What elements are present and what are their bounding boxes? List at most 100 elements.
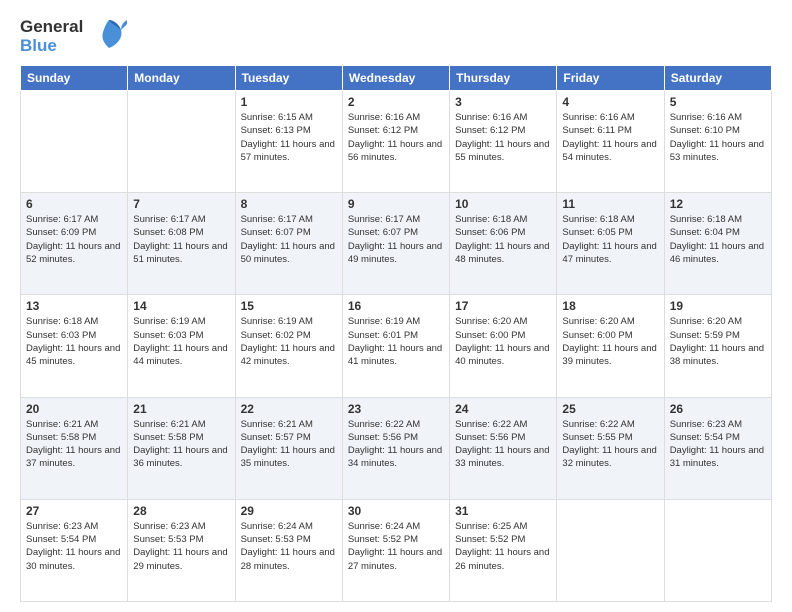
calendar-cell: 20 Sunrise: 6:21 AMSunset: 5:58 PMDayligh… [21, 397, 128, 499]
day-number: 5 [670, 95, 766, 109]
calendar-cell: 17 Sunrise: 6:20 AMSunset: 6:00 PMDayligh… [450, 295, 557, 397]
weekday-header-friday: Friday [557, 66, 664, 91]
calendar-cell [664, 499, 771, 601]
calendar-cell: 14 Sunrise: 6:19 AMSunset: 6:03 PMDayligh… [128, 295, 235, 397]
day-number: 3 [455, 95, 551, 109]
day-number: 10 [455, 197, 551, 211]
day-number: 18 [562, 299, 658, 313]
day-number: 12 [670, 197, 766, 211]
weekday-header-wednesday: Wednesday [342, 66, 449, 91]
day-number: 17 [455, 299, 551, 313]
day-number: 15 [241, 299, 337, 313]
day-info: Sunrise: 6:19 AMSunset: 6:01 PMDaylight:… [348, 315, 444, 368]
weekday-header-tuesday: Tuesday [235, 66, 342, 91]
calendar-cell: 7 Sunrise: 6:17 AMSunset: 6:08 PMDaylight… [128, 193, 235, 295]
calendar-cell: 31 Sunrise: 6:25 AMSunset: 5:52 PMDayligh… [450, 499, 557, 601]
calendar-cell: 5 Sunrise: 6:16 AMSunset: 6:10 PMDaylight… [664, 91, 771, 193]
calendar-cell: 21 Sunrise: 6:21 AMSunset: 5:58 PMDayligh… [128, 397, 235, 499]
page: General Blue SundayMondayTuesdayWednesda… [0, 0, 792, 612]
day-number: 29 [241, 504, 337, 518]
day-info: Sunrise: 6:15 AMSunset: 6:13 PMDaylight:… [241, 111, 337, 164]
day-number: 23 [348, 402, 444, 416]
calendar-cell: 16 Sunrise: 6:19 AMSunset: 6:01 PMDayligh… [342, 295, 449, 397]
day-info: Sunrise: 6:20 AMSunset: 5:59 PMDaylight:… [670, 315, 766, 368]
weekday-header-row: SundayMondayTuesdayWednesdayThursdayFrid… [21, 66, 772, 91]
weekday-header-thursday: Thursday [450, 66, 557, 91]
day-info: Sunrise: 6:18 AMSunset: 6:06 PMDaylight:… [455, 213, 551, 266]
day-number: 19 [670, 299, 766, 313]
day-number: 7 [133, 197, 229, 211]
calendar-cell: 24Sunrise: 6:22 AMSunset: 5:56 PMDayligh… [450, 397, 557, 499]
day-info: Sunrise: 6:16 AMSunset: 6:10 PMDaylight:… [670, 111, 766, 164]
logo: General Blue [20, 16, 127, 57]
day-number: 26 [670, 402, 766, 416]
calendar-cell: 4 Sunrise: 6:16 AMSunset: 6:11 PMDaylight… [557, 91, 664, 193]
day-info: Sunrise: 6:24 AMSunset: 5:52 PMDaylight:… [348, 520, 444, 573]
calendar-cell: 29 Sunrise: 6:24 AMSunset: 5:53 PMDayligh… [235, 499, 342, 601]
day-number: 8 [241, 197, 337, 211]
calendar-cell: 23 Sunrise: 6:22 AMSunset: 5:56 PMDayligh… [342, 397, 449, 499]
day-info: Sunrise: 6:25 AMSunset: 5:52 PMDaylight:… [455, 520, 551, 573]
day-number: 6 [26, 197, 122, 211]
day-number: 13 [26, 299, 122, 313]
calendar-week-5: 27 Sunrise: 6:23 AMSunset: 5:54 PMDayligh… [21, 499, 772, 601]
calendar-cell [21, 91, 128, 193]
day-number: 30 [348, 504, 444, 518]
day-info: Sunrise: 6:21 AMSunset: 5:58 PMDaylight:… [26, 418, 122, 471]
day-info: Sunrise: 6:19 AMSunset: 6:02 PMDaylight:… [241, 315, 337, 368]
day-info: Sunrise: 6:20 AMSunset: 6:00 PMDaylight:… [562, 315, 658, 368]
day-info: Sunrise: 6:20 AMSunset: 6:00 PMDaylight:… [455, 315, 551, 368]
day-number: 9 [348, 197, 444, 211]
calendar-cell: 15 Sunrise: 6:19 AMSunset: 6:02 PMDayligh… [235, 295, 342, 397]
calendar-cell: 11Sunrise: 6:18 AMSunset: 6:05 PMDayligh… [557, 193, 664, 295]
day-info: Sunrise: 6:16 AMSunset: 6:12 PMDaylight:… [348, 111, 444, 164]
calendar-week-3: 13 Sunrise: 6:18 AMSunset: 6:03 PMDayligh… [21, 295, 772, 397]
day-info: Sunrise: 6:17 AMSunset: 6:07 PMDaylight:… [241, 213, 337, 266]
calendar-cell: 2 Sunrise: 6:16 AMSunset: 6:12 PMDaylight… [342, 91, 449, 193]
day-info: Sunrise: 6:21 AMSunset: 5:57 PMDaylight:… [241, 418, 337, 471]
day-info: Sunrise: 6:18 AMSunset: 6:05 PMDaylight:… [562, 213, 658, 266]
day-number: 14 [133, 299, 229, 313]
day-number: 2 [348, 95, 444, 109]
calendar-cell: 10 Sunrise: 6:18 AMSunset: 6:06 PMDayligh… [450, 193, 557, 295]
weekday-header-sunday: Sunday [21, 66, 128, 91]
day-info: Sunrise: 6:17 AMSunset: 6:08 PMDaylight:… [133, 213, 229, 266]
day-info: Sunrise: 6:19 AMSunset: 6:03 PMDaylight:… [133, 315, 229, 368]
calendar-cell [128, 91, 235, 193]
day-number: 31 [455, 504, 551, 518]
day-number: 20 [26, 402, 122, 416]
day-info: Sunrise: 6:16 AMSunset: 6:12 PMDaylight:… [455, 111, 551, 164]
day-info: Sunrise: 6:21 AMSunset: 5:58 PMDaylight:… [133, 418, 229, 471]
day-info: Sunrise: 6:18 AMSunset: 6:03 PMDaylight:… [26, 315, 122, 368]
calendar-cell: 6 Sunrise: 6:17 AMSunset: 6:09 PMDaylight… [21, 193, 128, 295]
calendar-cell: 13 Sunrise: 6:18 AMSunset: 6:03 PMDayligh… [21, 295, 128, 397]
day-info: Sunrise: 6:23 AMSunset: 5:54 PMDaylight:… [26, 520, 122, 573]
day-info: Sunrise: 6:22 AMSunset: 5:55 PMDaylight:… [562, 418, 658, 471]
calendar-cell: 12Sunrise: 6:18 AMSunset: 6:04 PMDayligh… [664, 193, 771, 295]
calendar-cell [557, 499, 664, 601]
day-info: Sunrise: 6:17 AMSunset: 6:07 PMDaylight:… [348, 213, 444, 266]
day-number: 28 [133, 504, 229, 518]
calendar-cell: 22Sunrise: 6:21 AMSunset: 5:57 PMDayligh… [235, 397, 342, 499]
day-number: 21 [133, 402, 229, 416]
day-number: 25 [562, 402, 658, 416]
day-info: Sunrise: 6:22 AMSunset: 5:56 PMDaylight:… [348, 418, 444, 471]
calendar-cell: 30 Sunrise: 6:24 AMSunset: 5:52 PMDayligh… [342, 499, 449, 601]
day-number: 4 [562, 95, 658, 109]
day-info: Sunrise: 6:17 AMSunset: 6:09 PMDaylight:… [26, 213, 122, 266]
day-info: Sunrise: 6:23 AMSunset: 5:53 PMDaylight:… [133, 520, 229, 573]
day-info: Sunrise: 6:22 AMSunset: 5:56 PMDaylight:… [455, 418, 551, 471]
weekday-header-monday: Monday [128, 66, 235, 91]
calendar-cell: 8 Sunrise: 6:17 AMSunset: 6:07 PMDaylight… [235, 193, 342, 295]
day-info: Sunrise: 6:24 AMSunset: 5:53 PMDaylight:… [241, 520, 337, 573]
calendar-week-4: 20 Sunrise: 6:21 AMSunset: 5:58 PMDayligh… [21, 397, 772, 499]
calendar-cell: 26Sunrise: 6:23 AMSunset: 5:54 PMDayligh… [664, 397, 771, 499]
header: General Blue [20, 16, 772, 57]
calendar-cell: 9 Sunrise: 6:17 AMSunset: 6:07 PMDaylight… [342, 193, 449, 295]
calendar-cell: 1Sunrise: 6:15 AMSunset: 6:13 PMDaylight… [235, 91, 342, 193]
calendar-cell: 25 Sunrise: 6:22 AMSunset: 5:55 PMDayligh… [557, 397, 664, 499]
day-number: 27 [26, 504, 122, 518]
logo-bird-icon [91, 16, 127, 57]
day-number: 16 [348, 299, 444, 313]
day-info: Sunrise: 6:16 AMSunset: 6:11 PMDaylight:… [562, 111, 658, 164]
